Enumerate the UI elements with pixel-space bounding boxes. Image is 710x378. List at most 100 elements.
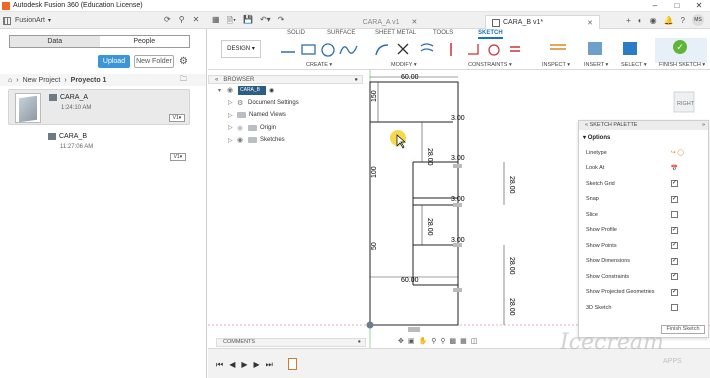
redo-icon[interactable]: ↷ [278,15,285,29]
checkbox-checked[interactable]: ✓ [671,288,678,296]
chevron-right-icon[interactable]: ▷ [228,124,234,131]
close-tab-icon[interactable]: ✕ [587,19,593,27]
option-3d-sketch[interactable]: 3D Sketch [579,300,708,316]
group-inspect[interactable]: INSPECT ▾ [542,62,570,68]
option-show-constraints[interactable]: Show Constraints ✓ [579,269,708,285]
checkbox-checked[interactable]: ✓ [671,180,678,188]
extensions-icon[interactable]: ◐ [638,16,643,25]
checkbox-checked[interactable]: ✓ [671,257,678,265]
maximize-button[interactable]: □ [666,0,688,12]
linetype-icon[interactable]: ↪ ◯ [671,149,684,156]
group-insert[interactable]: INSERT ▾ [584,62,608,68]
palette-section-options[interactable]: ▾ Options [579,130,708,145]
file-menu-icon[interactable]: 🗎▾ [227,15,236,29]
chevron-right-icon[interactable]: ▷ [228,112,234,119]
group-create[interactable]: CREATE ▾ [306,62,332,68]
finish-sketch-button[interactable]: ✓ [655,38,707,63]
upload-button[interactable]: Upload [98,55,130,68]
version-badge[interactable]: V1▾ [170,153,186,161]
tab-cara-b[interactable]: CARA_B v1* ✕ [485,15,600,29]
option-show-points[interactable]: Show Points ✓ [579,238,708,254]
chevron-right-icon[interactable]: ▷ [228,99,234,106]
breadcrumb-parent[interactable]: New Project [23,77,61,84]
workspace-switcher[interactable]: DESIGN ▾ [221,40,261,58]
minimize-button[interactable]: – [644,0,666,12]
tree-item[interactable]: ▷ Named Views [208,109,363,122]
tab-people[interactable]: People [100,36,190,47]
step-forward-icon[interactable]: ▶ [254,360,260,370]
timeline-sketch-step[interactable] [288,358,297,370]
comments-panel[interactable]: COMMENTS ● [216,338,366,347]
new-folder-button[interactable]: New Folder [134,55,174,68]
search-icon[interactable]: ⚲ [179,15,185,24]
collapse-icon[interactable]: « [215,77,218,83]
visibility-off-icon[interactable]: ◉ [237,124,245,132]
visibility-icon[interactable]: ◉ [227,86,235,94]
go-to-start-icon[interactable]: ⏮ [216,360,223,370]
expand-icon[interactable]: » [702,121,705,130]
add-comment-icon[interactable]: ● [358,339,361,346]
close-tab-icon[interactable]: ✕ [412,18,418,26]
avatar[interactable]: MS [692,14,704,26]
go-to-end-icon[interactable]: ⏭ [266,360,273,370]
save-icon[interactable]: 💾 [243,15,253,29]
grid-settings-icon[interactable]: ▦ [460,337,467,345]
tree-root[interactable]: ▾ ◉ CARA_B v1 ◉ [208,84,363,102]
gear-icon[interactable]: ⚙ [179,56,188,67]
browser-header[interactable]: « BROWSER ● [208,75,363,84]
option-show-projected[interactable]: Show Projected Geometries ✓ [579,285,708,301]
list-item[interactable]: CARA_B 11:27:06 AM V1▾ [8,129,190,165]
checkbox-checked[interactable]: ✓ [671,242,678,250]
tab-solid[interactable]: SOLID [287,30,305,36]
checkbox-checked[interactable]: ✓ [671,226,678,234]
fit-icon[interactable]: ⚲ [440,337,445,345]
look-at-icon[interactable]: ▣ [408,337,415,345]
viewcube[interactable]: RIGHT [668,84,702,118]
option-linetype[interactable]: Linetype ↪ ◯ [579,145,708,161]
group-select[interactable]: SELECT ▾ [621,62,647,68]
home-icon[interactable]: ⌂ [8,77,12,84]
new-tab-icon[interactable]: + [626,16,631,25]
palette-header[interactable]: « SKETCH PALETTE » [579,121,708,130]
viewports-icon[interactable]: ◫ [471,337,478,345]
finish-sketch-palette-button[interactable]: Finish Sketch [661,325,705,334]
tab-sketch[interactable]: SKETCH [478,30,503,39]
close-panel-icon[interactable]: ✕ [193,15,200,24]
option-slice[interactable]: Slice [579,207,708,223]
group-constraints[interactable]: CONSTRAINTS ▾ [468,62,512,68]
help-icon[interactable]: ? [681,16,685,25]
checkbox-unchecked[interactable] [671,211,678,219]
checkbox-checked[interactable]: ✓ [671,273,678,281]
option-sketch-grid[interactable]: Sketch Grid ✓ [579,176,708,192]
zoom-icon[interactable]: ⚲ [431,337,436,345]
tab-surface[interactable]: SURFACE [327,30,355,36]
option-show-profile[interactable]: Show Profile ✓ [579,223,708,239]
group-modify[interactable]: MODIFY ▾ [391,62,417,68]
apps-grid-icon[interactable]: ▦ [212,15,220,29]
tab-cara-a[interactable]: CARA_A v1 ✕ [330,15,450,29]
refresh-icon[interactable]: ⟳ [164,15,171,24]
pan-icon[interactable]: ✋ [419,337,428,345]
tree-item[interactable]: ▷ ⚙ Document Settings [208,97,363,110]
tab-sheet-metal[interactable]: SHEET METAL [375,30,416,36]
visibility-icon[interactable]: ◉ [237,136,245,144]
job-status-icon[interactable]: ◉ [650,16,657,25]
orbit-icon[interactable]: ✥ [398,337,404,345]
tree-item[interactable]: ▷ ◉ Origin [208,122,363,135]
list-item[interactable]: CARA_A 1:24:10 AM V1▾ [8,89,190,125]
tab-data[interactable]: Data [10,36,100,47]
option-show-dimensions[interactable]: Show Dimensions ✓ [579,254,708,270]
canvas-viewport[interactable]: 60.00 150 100 50 60.00 3.00 3.00 3.00 3.… [208,70,710,348]
look-at-icon[interactable]: 📅 [671,165,678,172]
notifications-icon[interactable]: 🔔 [664,16,674,25]
pin-icon[interactable]: ● [354,77,358,83]
chevron-down-icon[interactable]: ▾ [218,87,224,94]
close-button[interactable]: ✕ [688,0,710,12]
data-panel-icon[interactable] [3,16,11,25]
option-look-at[interactable]: Look At 📅 [579,161,708,177]
option-snap[interactable]: Snap ✓ [579,192,708,208]
play-icon[interactable]: ▶ [241,360,247,370]
version-badge[interactable]: V1▾ [169,114,185,122]
display-settings-icon[interactable]: ▩ [450,337,457,345]
undo-icon[interactable]: ↶▾ [260,15,271,29]
